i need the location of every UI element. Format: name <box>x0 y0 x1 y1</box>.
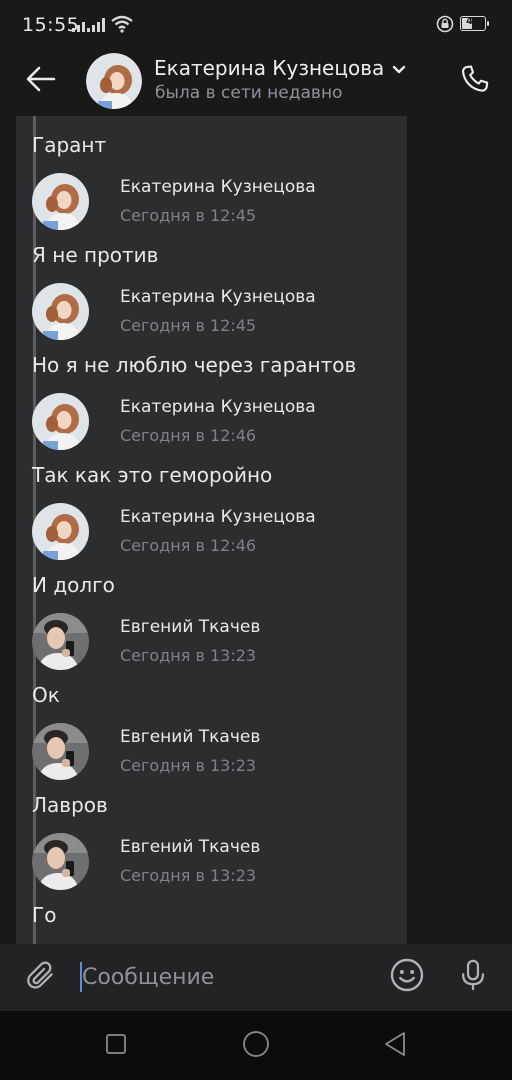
paperclip-icon <box>25 959 57 995</box>
message-text[interactable]: Но я не люблю через гарантов <box>32 353 356 377</box>
wifi-icon <box>110 14 134 37</box>
author-name[interactable]: Екатерина Кузнецова <box>120 287 316 307</box>
status-bar: 15:55 46 <box>0 0 512 50</box>
emoji-icon <box>389 957 425 997</box>
call-button[interactable] <box>452 58 498 104</box>
author-avatar[interactable] <box>32 613 89 670</box>
back-nav-button[interactable] <box>377 1028 413 1064</box>
microphone-icon <box>456 957 490 997</box>
message-author-header: Евгений Ткачев Сегодня в 13:23 <box>32 613 402 673</box>
phone-icon <box>458 62 492 100</box>
home-button[interactable] <box>238 1028 274 1064</box>
chevron-down-icon <box>392 60 406 79</box>
attach-button[interactable] <box>20 956 62 998</box>
message-text[interactable]: Гарант <box>32 133 106 157</box>
message-time: Сегодня в 13:23 <box>120 866 257 885</box>
recents-square-icon <box>104 1032 128 1060</box>
message-time: Сегодня в 13:23 <box>120 646 257 665</box>
contact-name: Екатерина Кузнецова <box>154 56 385 80</box>
message-text[interactable]: Го <box>32 903 56 927</box>
message-author-header: Екатерина Кузнецова Сегодня в 12:46 <box>32 503 402 563</box>
author-avatar[interactable] <box>32 393 89 450</box>
message-composer <box>0 944 512 1011</box>
contact-avatar[interactable] <box>86 53 142 109</box>
author-name[interactable]: Евгений Ткачев <box>120 837 260 857</box>
contact-status: была в сети недавно <box>155 83 343 103</box>
signal-icon <box>72 17 106 36</box>
author-avatar[interactable] <box>32 723 89 780</box>
author-avatar[interactable] <box>32 503 89 560</box>
back-arrow-icon <box>26 66 56 96</box>
message-time: Сегодня в 12:45 <box>120 206 257 225</box>
message-list[interactable]: Гарант Екатерина Кузнецова Сегодня в 12:45… <box>0 116 512 944</box>
lock-icon <box>436 15 454 37</box>
contact-name-button[interactable]: Екатерина Кузнецова <box>154 56 406 80</box>
back-triangle-icon <box>382 1030 408 1062</box>
message-text[interactable]: Так как это геморойно <box>32 463 272 487</box>
message-time: Сегодня в 12:46 <box>120 426 257 445</box>
author-name[interactable]: Евгений Ткачев <box>120 617 260 637</box>
message-time: Сегодня в 12:45 <box>120 316 257 335</box>
battery-icon: 46 <box>460 16 489 31</box>
text-caret <box>80 962 82 992</box>
chat-header: Екатерина Кузнецова была в сети недавно <box>0 50 512 116</box>
message-text[interactable]: Лавров <box>32 793 108 817</box>
message-author-header: Евгений Ткачев Сегодня в 13:23 <box>32 723 402 783</box>
recents-button[interactable] <box>98 1028 134 1064</box>
message-author-header: Евгений Ткачев Сегодня в 13:23 <box>32 833 402 893</box>
author-name[interactable]: Евгений Ткачев <box>120 727 260 747</box>
emoji-button[interactable] <box>386 956 428 998</box>
message-author-header: Екатерина Кузнецова Сегодня в 12:45 <box>32 283 402 343</box>
message-author-header: Екатерина Кузнецова Сегодня в 12:45 <box>32 173 402 233</box>
message-author-header: Екатерина Кузнецова Сегодня в 12:46 <box>32 393 402 453</box>
home-circle-icon <box>241 1029 271 1063</box>
author-avatar[interactable] <box>32 173 89 230</box>
message-text[interactable]: Я не против <box>32 243 158 267</box>
author-avatar[interactable] <box>32 833 89 890</box>
message-time: Сегодня в 12:46 <box>120 536 257 555</box>
author-name[interactable]: Екатерина Кузнецова <box>120 507 316 527</box>
author-name[interactable]: Екатерина Кузнецова <box>120 397 316 417</box>
status-time: 15:55 <box>22 14 80 36</box>
message-input[interactable] <box>78 958 376 996</box>
back-button[interactable] <box>20 60 62 102</box>
author-avatar[interactable] <box>32 283 89 340</box>
chat-screen: 15:55 46 Екатерина Кузнецова была в сети… <box>0 0 512 1080</box>
message-text[interactable]: И долго <box>32 573 115 597</box>
system-navigation-bar <box>0 1011 512 1080</box>
voice-message-button[interactable] <box>452 956 494 998</box>
message-text[interactable]: Ок <box>32 683 60 707</box>
battery-level: 46 <box>466 16 480 27</box>
message-time: Сегодня в 13:23 <box>120 756 257 775</box>
author-name[interactable]: Екатерина Кузнецова <box>120 177 316 197</box>
